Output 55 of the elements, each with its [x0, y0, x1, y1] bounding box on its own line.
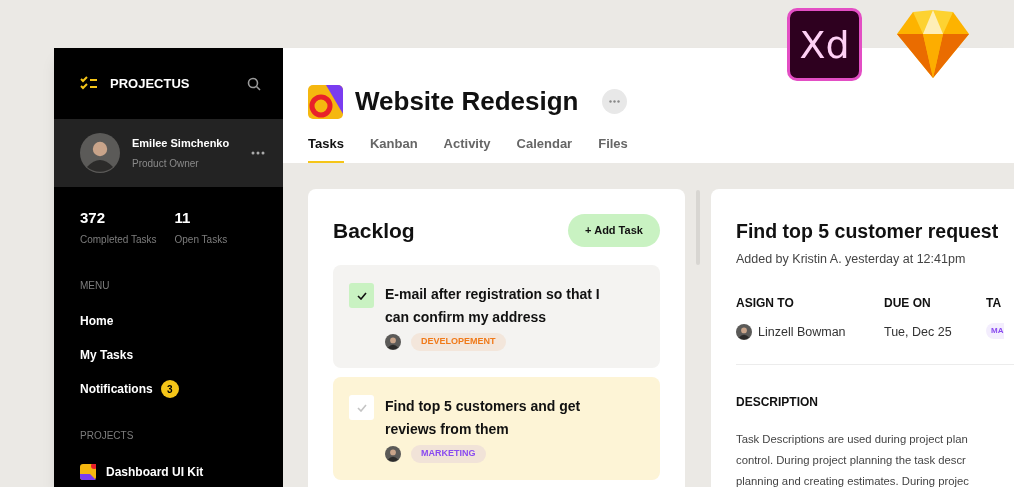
task-detail-title: Find top 5 customer request	[736, 219, 999, 244]
user-name: Emilee Simchenko	[132, 136, 231, 152]
task-title: Find top 5 customers and get reviews from them	[385, 397, 582, 439]
menu-item[interactable]: My Tasks	[80, 346, 134, 364]
task-checkbox[interactable]	[349, 283, 374, 308]
brand-name: PROJECTUS	[110, 74, 191, 93]
user-avatar	[80, 133, 120, 173]
check-icon	[356, 291, 367, 300]
description-line: control. During project planning the task descr	[736, 452, 967, 468]
search-icon[interactable]	[247, 76, 261, 91]
description-heading: DESCRIPTION	[736, 393, 819, 411]
task-title: E-mail after registration so that I can confirm my address	[385, 285, 601, 327]
field-label: ASIGN TO	[736, 295, 795, 312]
stat-label: Completed Tasks	[80, 232, 157, 247]
more-icon	[609, 100, 621, 103]
stat-value: 11	[174, 208, 192, 228]
project-icon	[80, 463, 96, 480]
tag: MARKETING	[411, 445, 486, 463]
check-icon	[356, 403, 367, 412]
menu-item[interactable]: Notifications	[80, 380, 153, 398]
user-role: Product Owner	[132, 156, 200, 171]
tab[interactable]: Activity	[443, 133, 491, 163]
xd-logo: Xd	[787, 8, 862, 81]
tab[interactable]: Files	[598, 133, 628, 163]
task-checkbox[interactable]	[349, 395, 374, 420]
section-heading: MENU	[79, 278, 111, 293]
field-value: Linzell Bowman	[758, 324, 846, 341]
assignee-avatar	[736, 324, 752, 341]
tag: MA	[986, 323, 1005, 339]
backlog-title: Backlog	[333, 217, 415, 244]
checklist-icon	[80, 76, 98, 91]
added-by-text: Added by Kristin A. yesterday at 12:41pm	[736, 251, 967, 269]
description-line: planning and creating estimates. During projec	[736, 473, 970, 487]
assignee-avatar	[385, 333, 401, 350]
tab[interactable]: Tasks	[308, 133, 344, 163]
menu-item[interactable]: Home	[80, 312, 114, 330]
field-label: TA	[986, 295, 1003, 312]
stat-value: 372	[80, 208, 107, 228]
more-icon[interactable]	[251, 151, 265, 155]
task-card[interactable]: Find top 5 customers and get reviews from them MARKETING	[333, 377, 660, 480]
field-label: DUE ON	[884, 295, 932, 312]
project-title: Website Redesign	[355, 85, 579, 118]
stat-label: Open Tasks	[174, 232, 228, 247]
description-line: Task Descriptions are used during project plan	[736, 431, 969, 447]
add-task-button[interactable]: + Add Task	[568, 214, 660, 247]
task-card[interactable]: E-mail after registration so that I can confirm my address DEVELOPEMENT	[333, 265, 660, 368]
section-heading: PROJECTS	[79, 428, 135, 443]
count-badge: 3	[160, 380, 179, 398]
project-logo-icon	[308, 84, 343, 119]
field-value: Tue, Dec 25	[884, 324, 953, 341]
assignee-avatar	[385, 445, 401, 462]
project-item[interactable]: Dashboard UI Kit	[106, 462, 204, 481]
tab[interactable]: Kanban	[369, 133, 418, 163]
tag: DEVELOPEMENT	[411, 333, 506, 351]
tab[interactable]: Calendar	[516, 133, 573, 163]
